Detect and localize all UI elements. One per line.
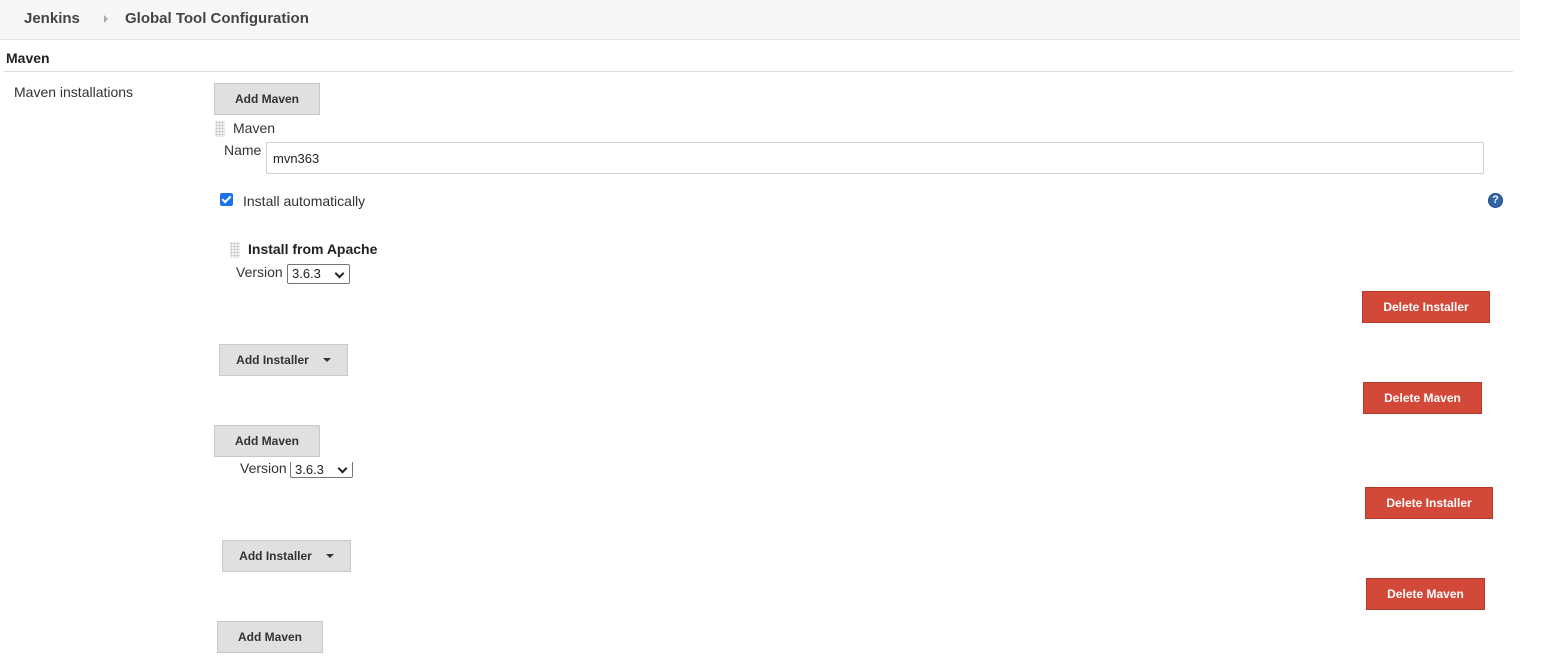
clip-mask (230, 457, 360, 462)
maven-installations-label: Maven installations (14, 84, 134, 100)
version-select-value: 3.6.3 (295, 462, 324, 477)
drag-handle-icon[interactable] (230, 242, 240, 258)
breadcrumb-current: Global Tool Configuration (125, 10, 309, 27)
breadcrumb: Jenkins Global Tool Configuration (0, 0, 1520, 40)
delete-maven-button[interactable]: Delete Maven (1363, 382, 1482, 414)
delete-maven-button[interactable]: Delete Maven (1366, 578, 1485, 610)
version-select[interactable]: 3.6.3 (290, 460, 353, 478)
section-divider (4, 71, 1513, 72)
add-installer-label: Add Installer (236, 353, 309, 367)
version-label: Version (240, 460, 287, 476)
installer-title: Install from Apache (248, 241, 378, 257)
chevron-down-icon (337, 463, 348, 474)
chevron-right-icon (104, 15, 108, 23)
help-icon[interactable]: ? (1488, 193, 1503, 208)
chevron-down-icon (334, 268, 345, 279)
version-select[interactable]: 3.6.3 (287, 264, 350, 284)
section-title-maven: Maven (6, 50, 50, 66)
breadcrumb-jenkins-link[interactable]: Jenkins (24, 10, 80, 27)
add-maven-button[interactable]: Add Maven (217, 621, 323, 653)
add-installer-button[interactable]: Add Installer (222, 540, 351, 572)
install-automatically-label: Install automatically (243, 193, 366, 209)
delete-installer-button[interactable]: Delete Installer (1365, 487, 1493, 519)
version-select-value: 3.6.3 (292, 266, 321, 281)
install-automatically-checkbox[interactable] (220, 193, 233, 206)
maven-item-title: Maven (233, 120, 276, 136)
caret-down-icon (322, 358, 331, 362)
add-maven-button[interactable]: Add Maven (214, 83, 320, 115)
name-label: Name (224, 142, 262, 158)
add-installer-button[interactable]: Add Installer (219, 344, 348, 376)
maven-name-input[interactable] (266, 142, 1484, 174)
add-maven-button[interactable]: Add Maven (214, 425, 320, 457)
version-label: Version (236, 264, 283, 280)
add-installer-label: Add Installer (239, 549, 312, 563)
delete-installer-button[interactable]: Delete Installer (1362, 291, 1490, 323)
drag-handle-icon[interactable] (215, 121, 225, 137)
caret-down-icon (325, 554, 334, 558)
